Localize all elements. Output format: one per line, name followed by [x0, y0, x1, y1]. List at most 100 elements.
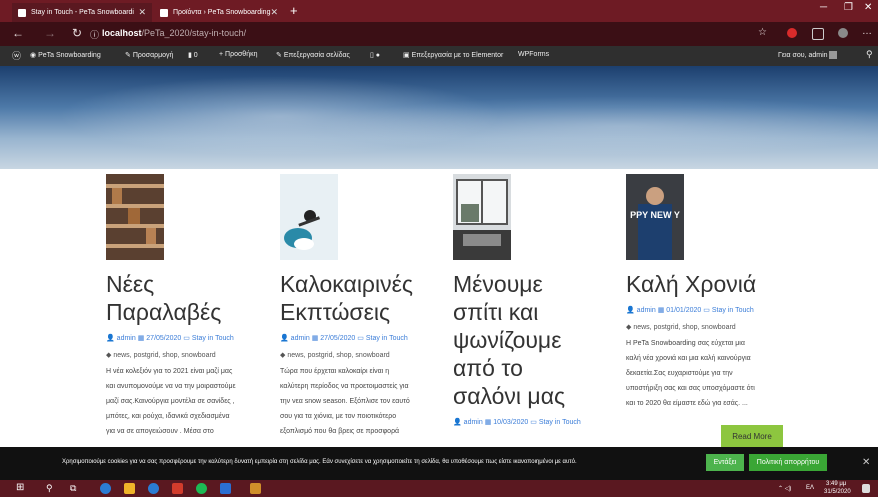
excerpt-line: Η PeTa Snowboarding σας εύχεται μια: [626, 340, 745, 347]
excerpt-line: καλύτερη περίοδος να προετοιμαστείς για: [280, 383, 409, 390]
customize-link[interactable]: ✎ Προσαρμογή: [125, 51, 173, 59]
post-title[interactable]: Καλοκαιρινές Εκπτώσεις: [280, 270, 445, 326]
collections-icon[interactable]: [812, 28, 824, 40]
post-date[interactable]: 27/05/2020: [320, 335, 355, 342]
wpforms-link[interactable]: WPForms: [518, 51, 549, 58]
favorite-star-icon[interactable]: ☆: [758, 27, 767, 38]
more-menu-icon[interactable]: …: [862, 26, 872, 37]
post-title[interactable]: Νέες Παραλαβές: [106, 270, 256, 326]
edge-browser-icon[interactable]: [100, 483, 111, 494]
clock-date[interactable]: 31/5/2020: [824, 489, 851, 495]
post-title-line: ψωνίζουμε: [453, 327, 562, 353]
post-date[interactable]: 10/03/2020: [493, 419, 528, 426]
post-title-line: Παραλαβές: [106, 299, 222, 325]
windows-start-icon[interactable]: ⊞: [16, 482, 27, 493]
clock-time[interactable]: 3:49 μμ: [826, 481, 846, 487]
post-author[interactable]: admin: [117, 335, 136, 342]
language-indicator[interactable]: ΕΛ: [806, 485, 814, 491]
post-author[interactable]: admin: [291, 335, 310, 342]
word-icon[interactable]: [220, 483, 231, 494]
cookie-consent-bar: Χρησιμοποιούμε cookies για να σας προσφέ…: [0, 447, 878, 480]
close-tab-icon[interactable]: ✕: [270, 7, 278, 18]
read-more-button[interactable]: Read More: [721, 425, 783, 447]
info-icon[interactable]: ⓘ: [90, 28, 99, 41]
user-icon: 👤: [626, 307, 635, 314]
tab-stay-in-touch[interactable]: Stay in Touch - PeTa Snowboardi ✕: [12, 3, 152, 22]
comments-count: 0: [193, 52, 198, 59]
excerpt-line: Τώρα που έρχεται καλοκαίρι είναι η: [280, 368, 390, 375]
calendar-icon: ▦: [137, 335, 145, 342]
close-tab-icon[interactable]: ✕: [138, 7, 146, 18]
spotify-icon[interactable]: [196, 483, 207, 494]
post-tags-text[interactable]: news, postgrid, shop, snowboard: [113, 352, 215, 359]
edit-page-link[interactable]: ✎ Επεξεργασία σελίδας: [276, 51, 350, 59]
post-author[interactable]: admin: [464, 419, 483, 426]
happy-new-year-thumbnail[interactable]: PPY NEW Y: [626, 174, 684, 260]
add-new-link[interactable]: + Προσθήκη: [219, 51, 257, 58]
site-favicon-icon: [160, 8, 168, 17]
url-field[interactable]: localhost/PeTa_2020/stay-in-touch/: [102, 28, 246, 38]
post-title[interactable]: Καλή Χρονιά: [626, 270, 796, 298]
thumbnail-text: PPY NEW Y: [630, 210, 680, 220]
post-title-line: Μένουμε: [453, 271, 543, 297]
post-category[interactable]: Stay in Touch: [192, 335, 234, 342]
elementor-label: Επεξεργασία με το Elementor: [411, 52, 504, 59]
profile-avatar-icon[interactable]: [838, 28, 848, 38]
post-category[interactable]: Stay in Touch: [539, 419, 581, 426]
tag-icon: ◆: [280, 352, 286, 359]
user-avatar-icon: [829, 51, 838, 59]
post-title-line: Καλοκαιρινές: [280, 271, 413, 297]
post-category[interactable]: Stay in Touch: [366, 335, 408, 342]
cookie-close-icon[interactable]: ✕: [862, 457, 870, 468]
search-icon[interactable]: ⚲: [866, 49, 873, 60]
new-tab-button[interactable]: +: [290, 3, 298, 19]
greeting-label: Γεια σου, admin: [778, 51, 828, 59]
post-excerpt: Η νέα κολεξιόν για το 2021 είναι μαζί μα…: [106, 364, 256, 439]
maximize-icon[interactable]: ❐: [844, 2, 853, 13]
file-explorer-icon[interactable]: [124, 483, 135, 494]
reload-icon[interactable]: ↻: [72, 26, 82, 40]
account-menu[interactable]: Γεια σου, admin: [778, 51, 838, 59]
excerpt-line: σου για τα χιόνια, με τον ποιοτικότερο: [280, 413, 397, 420]
browser-icon[interactable]: [148, 483, 159, 494]
admin-site-link[interactable]: ◉ PeTa Snowboarding: [30, 51, 101, 59]
notification-icon[interactable]: [862, 484, 870, 493]
system-tray-icons[interactable]: ⌃ ◁): [778, 485, 791, 492]
post-date[interactable]: 27/05/2020: [146, 335, 181, 342]
post-author[interactable]: admin: [637, 307, 656, 314]
extension-icon[interactable]: [787, 28, 797, 38]
site-favicon-icon: [18, 8, 26, 17]
privacy-policy-button[interactable]: Πολιτική απορρήτου: [749, 454, 827, 471]
minimize-icon[interactable]: ─: [820, 2, 827, 13]
post-category[interactable]: Stay in Touch: [712, 307, 754, 314]
task-view-icon[interactable]: ⧉: [70, 483, 81, 494]
post-card: PPY NEW Y Καλή Χρονιά 👤 admin ▦ 01/01/20…: [626, 174, 796, 411]
warehouse-thumbnail[interactable]: [106, 174, 164, 260]
post-tags: ◆ news, postgrid, shop, snowboard: [106, 351, 256, 359]
living-room-thumbnail[interactable]: [453, 174, 511, 260]
post-title-line: Νέες: [106, 271, 155, 297]
seo-icon[interactable]: ▯ ●: [370, 51, 380, 59]
acrobat-icon[interactable]: [172, 483, 183, 494]
post-card: Μένουμε σπίτι και ψωνίζουμε από το σαλόν…: [453, 174, 618, 426]
cookie-accept-button[interactable]: Εντάξει: [706, 454, 744, 471]
excerpt-line: μπότες, και ρούχα, ιδανικά σχεδιασμένα: [106, 413, 230, 420]
snowboarder-thumbnail[interactable]: [280, 174, 338, 260]
back-arrow-icon[interactable]: ←: [12, 26, 24, 40]
forward-arrow-icon[interactable]: →: [44, 26, 56, 40]
post-title[interactable]: Μένουμε σπίτι και ψωνίζουμε από το σαλόν…: [453, 270, 618, 410]
elementor-link[interactable]: ▣ Επεξεργασία με το Elementor: [403, 51, 503, 59]
wordpress-logo-icon[interactable]: ⓦ: [12, 49, 21, 62]
search-icon[interactable]: ⚲: [46, 483, 57, 494]
close-window-icon[interactable]: ✕: [864, 2, 872, 13]
post-tags-text[interactable]: news, postgrid, shop, snowboard: [287, 352, 389, 359]
photos-icon[interactable]: [250, 483, 261, 494]
comments-link[interactable]: ▮ 0: [188, 51, 198, 59]
post-tags-text[interactable]: news, postgrid, shop, snowboard: [633, 324, 735, 331]
calendar-icon: ▦: [311, 335, 319, 342]
edit-page-label: Επεξεργασία σελίδας: [283, 52, 350, 59]
calendar-icon: ▦: [484, 419, 492, 426]
post-date[interactable]: 01/01/2020: [666, 307, 701, 314]
url-host: localhost: [102, 28, 142, 38]
tab-products[interactable]: Προϊόντα › PeTa Snowboarding ✕: [154, 3, 284, 22]
